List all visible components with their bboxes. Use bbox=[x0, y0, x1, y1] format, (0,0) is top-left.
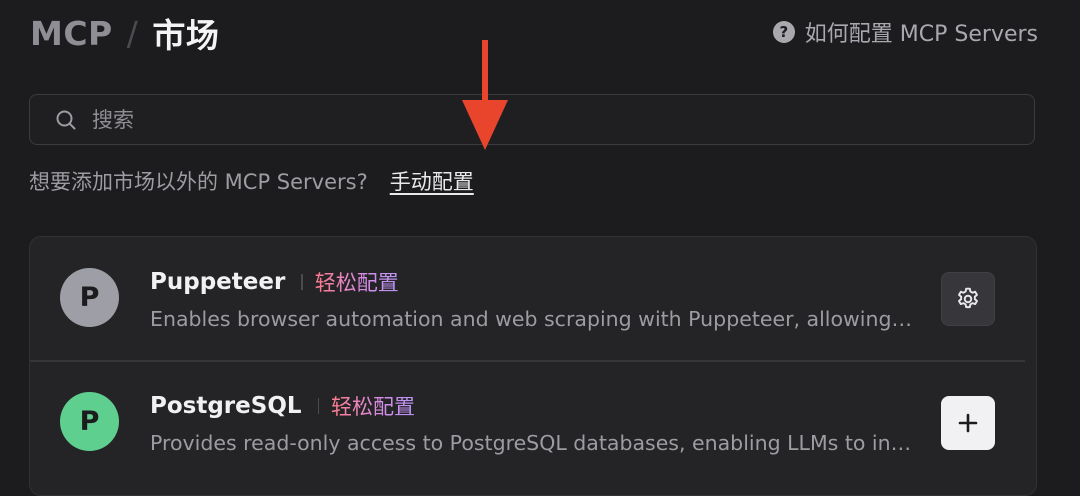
easy-config-tag: 轻松配置 bbox=[315, 267, 399, 297]
server-description: Enables browser automation and web scrap… bbox=[150, 307, 915, 331]
breadcrumb-separator: / bbox=[126, 13, 139, 53]
gear-icon bbox=[958, 287, 978, 309]
manual-config-link[interactable]: 手动配置 bbox=[390, 166, 474, 196]
server-item-puppeteer[interactable]: P Puppeteer 轻松配置 Enables browser automat… bbox=[30, 237, 1036, 362]
server-name-row: Puppeteer 轻松配置 bbox=[150, 265, 399, 299]
server-name: PostgreSQL bbox=[150, 393, 302, 419]
server-name: Puppeteer bbox=[150, 269, 286, 295]
plus-icon bbox=[958, 413, 978, 433]
search-icon bbox=[56, 110, 76, 129]
server-list: P Puppeteer 轻松配置 Enables browser automat… bbox=[29, 236, 1037, 496]
question-circle-icon: ? bbox=[772, 21, 795, 43]
settings-button[interactable] bbox=[941, 272, 995, 326]
help-link-label: 如何配置 MCP Servers bbox=[804, 22, 1038, 47]
easy-config-tag: 轻松配置 bbox=[331, 391, 415, 421]
server-description: Provides read-only access to PostgreSQL … bbox=[150, 431, 915, 455]
avatar: P bbox=[60, 392, 119, 451]
manual-config-row: 想要添加市场以外的 MCP Servers? 手动配置 bbox=[29, 165, 474, 197]
page-title: 市场 bbox=[152, 16, 220, 55]
tag-divider bbox=[317, 398, 320, 414]
tag-divider bbox=[301, 274, 303, 290]
search-box[interactable] bbox=[29, 94, 1035, 145]
server-item-postgresql[interactable]: P PostgreSQL 轻松配置 Provides read-only acc… bbox=[30, 361, 1036, 485]
help-link[interactable]: ? 如何配置 MCP Servers bbox=[772, 14, 1038, 50]
breadcrumb: MCP / 市场 bbox=[30, 8, 219, 58]
annotation-arrow bbox=[462, 40, 508, 150]
add-server-button[interactable] bbox=[941, 396, 995, 450]
avatar: P bbox=[60, 268, 119, 327]
breadcrumb-parent[interactable]: MCP bbox=[30, 14, 113, 53]
search-input[interactable] bbox=[90, 98, 1034, 141]
server-name-row: PostgreSQL 轻松配置 bbox=[150, 389, 415, 423]
manual-config-prompt: 想要添加市场以外的 MCP Servers? bbox=[29, 170, 368, 194]
